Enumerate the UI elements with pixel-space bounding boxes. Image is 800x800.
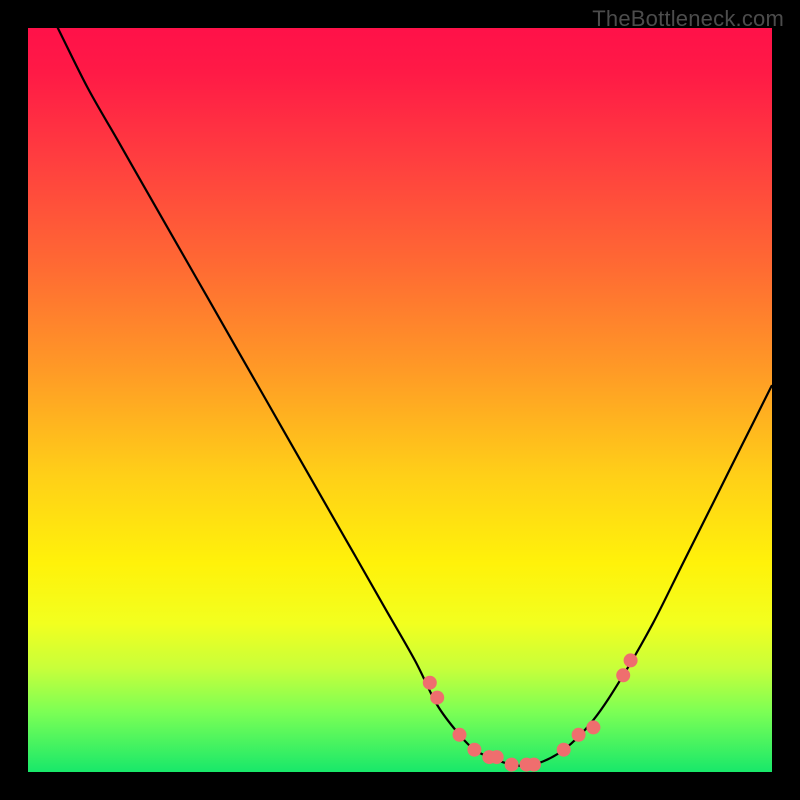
data-point xyxy=(624,653,638,667)
curve-layer xyxy=(28,28,772,772)
data-point xyxy=(557,743,571,757)
chart-container: TheBottleneck.com xyxy=(0,0,800,800)
data-point xyxy=(490,750,504,764)
data-point xyxy=(430,691,444,705)
plot-area xyxy=(28,28,772,772)
data-point xyxy=(572,728,586,742)
data-point xyxy=(467,743,481,757)
data-point xyxy=(453,728,467,742)
data-point xyxy=(586,720,600,734)
data-point xyxy=(616,668,630,682)
data-point xyxy=(423,676,437,690)
data-point xyxy=(527,758,541,772)
data-point-markers xyxy=(423,653,638,771)
bottleneck-curve xyxy=(28,28,772,766)
data-point xyxy=(505,758,519,772)
